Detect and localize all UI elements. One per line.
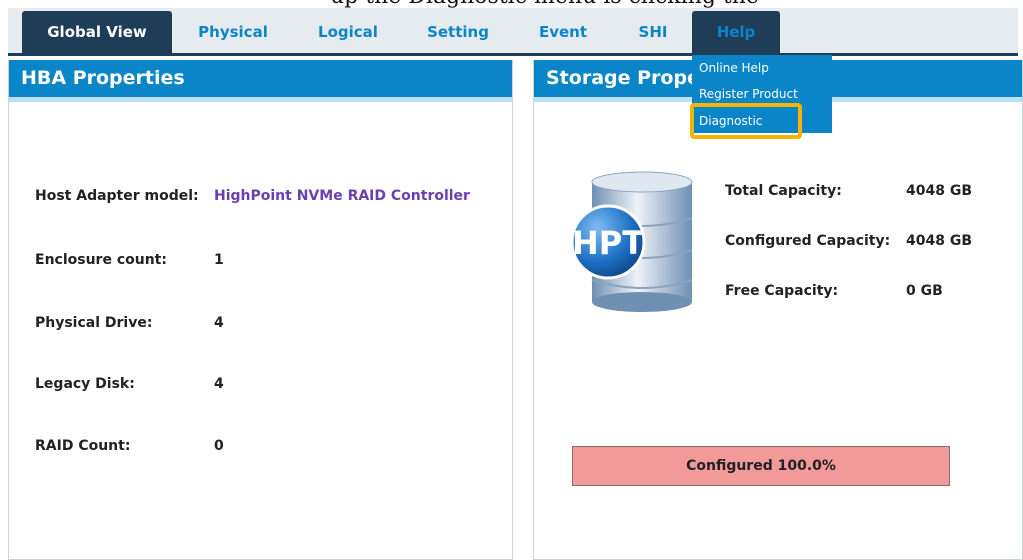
physical-drive-value: 4 bbox=[214, 315, 224, 331]
tab-event[interactable]: Event bbox=[523, 11, 603, 53]
legacy-disk-label: Legacy Disk: bbox=[35, 376, 135, 392]
tab-logical[interactable]: Logical bbox=[298, 11, 398, 53]
menu-item-register-product[interactable]: Register Product bbox=[699, 87, 798, 101]
diagnostic-highlight-box bbox=[690, 103, 802, 139]
tab-physical[interactable]: Physical bbox=[183, 11, 283, 53]
raid-count-label: RAID Count: bbox=[35, 438, 131, 454]
configured-progress-bar: Configured 100.0% bbox=[572, 446, 950, 486]
hba-properties-panel: HBA Properties Host Adapter model: HighP… bbox=[8, 60, 513, 560]
tab-setting[interactable]: Setting bbox=[413, 11, 503, 53]
configured-capacity-label: Configured Capacity: bbox=[725, 233, 891, 249]
tab-shi[interactable]: SHI bbox=[623, 11, 683, 53]
enclosure-count-label: Enclosure count: bbox=[35, 252, 167, 268]
free-capacity-label: Free Capacity: bbox=[725, 283, 839, 299]
panel-title: HBA Properties bbox=[9, 60, 512, 102]
cropped-caption: up the Diagnostic menu is clicking the bbox=[0, 0, 1023, 8]
menu-item-online-help[interactable]: Online Help bbox=[699, 61, 769, 75]
tab-global-view[interactable]: Global View bbox=[22, 11, 172, 53]
total-capacity-value: 4048 GB bbox=[906, 183, 973, 199]
configured-capacity-value: 4048 GB bbox=[906, 233, 973, 249]
caption-text: up the Diagnostic menu is clicking the bbox=[330, 0, 759, 8]
hpt-database-icon: HPT bbox=[570, 171, 693, 312]
tab-help[interactable]: Help bbox=[692, 11, 780, 53]
legacy-disk-value: 4 bbox=[214, 376, 224, 392]
host-adapter-label: Host Adapter model: bbox=[35, 188, 199, 204]
raid-count-value: 0 bbox=[214, 438, 224, 454]
total-capacity-label: Total Capacity: bbox=[725, 183, 842, 199]
enclosure-count-value: 1 bbox=[214, 252, 224, 268]
free-capacity-value: 0 GB bbox=[906, 283, 943, 299]
main-tabbar: Global View Physical Logical Setting Eve… bbox=[8, 8, 1018, 56]
host-adapter-value: HighPoint NVMe RAID Controller bbox=[214, 188, 470, 204]
physical-drive-label: Physical Drive: bbox=[35, 315, 153, 331]
logo-text: HPT bbox=[572, 224, 644, 262]
